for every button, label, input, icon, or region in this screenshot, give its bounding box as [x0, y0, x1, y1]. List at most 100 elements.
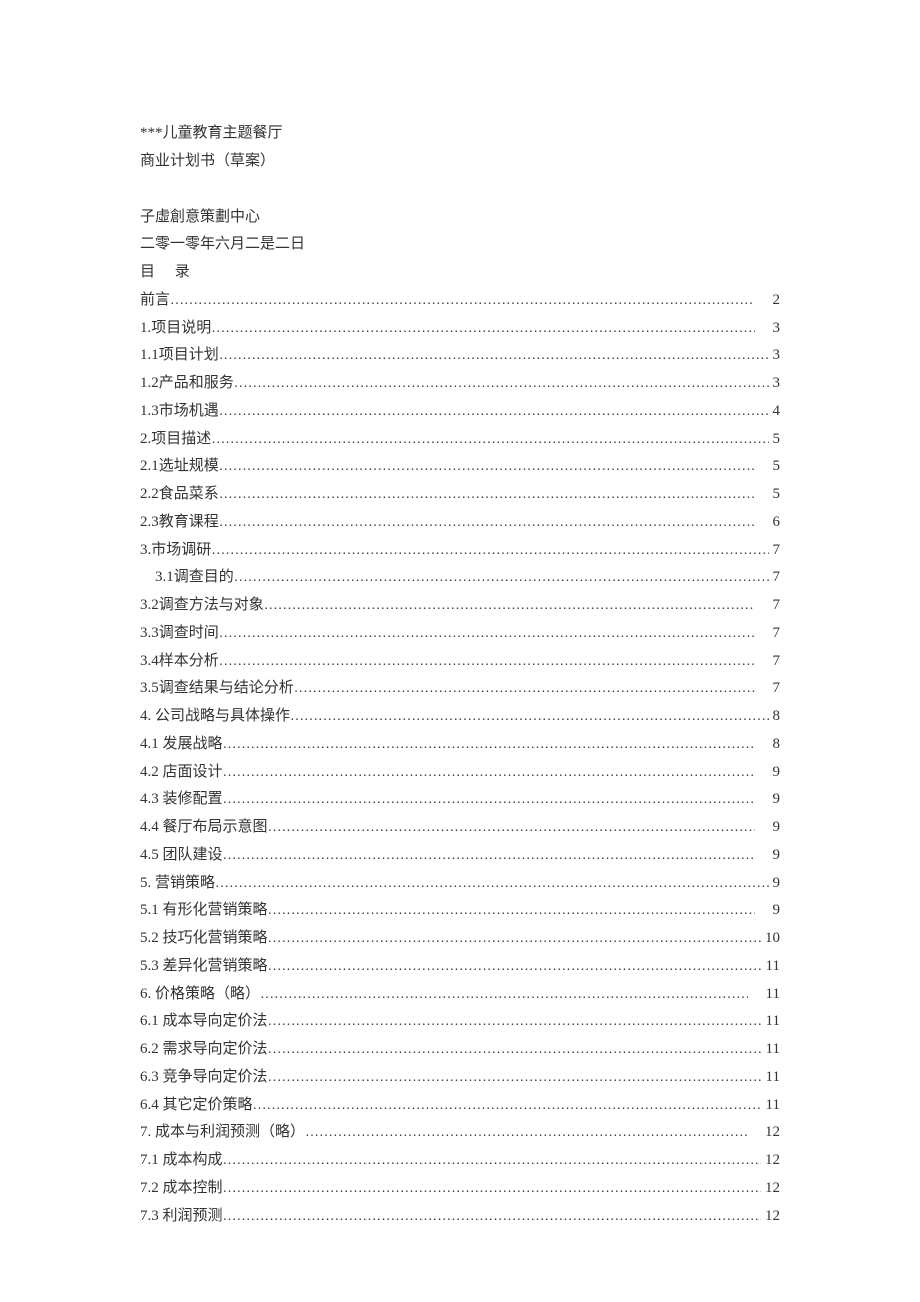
toc-leader-dots — [223, 732, 755, 758]
toc-entry-label: 6.3 竞争导向定价法 — [140, 1064, 268, 1092]
toc-entry-page: 11 — [762, 1036, 780, 1064]
toc-leader-dots — [211, 538, 768, 564]
toc-entry: 前言2 — [140, 287, 780, 315]
toc-entry-label: 4.4 餐厅布局示意图 — [140, 814, 268, 842]
toc-entry-label: 7.2 成本控制 — [140, 1175, 223, 1203]
toc-leader-dots — [211, 316, 754, 342]
toc-entry-page: 12 — [761, 1203, 780, 1231]
toc-entry-label: 2.1选址规模 — [140, 453, 219, 481]
toc-leader-dots — [305, 1120, 747, 1146]
toc-entry: 7.1 成本构成 12 — [140, 1147, 780, 1175]
toc-entry-label: 4.3 装修配置 — [140, 786, 223, 814]
toc-entry-label: 1.2产品和服务 — [140, 370, 234, 398]
toc-leader-dots — [268, 815, 755, 841]
toc-leader-dots — [219, 454, 755, 480]
toc-entry-page: 12 — [761, 1175, 780, 1203]
toc-entry: 3.3调查时间 7 — [140, 620, 780, 648]
toc-entry-page: 5 — [769, 426, 781, 454]
toc-entry-page: 11 — [762, 953, 780, 981]
toc-leader-dots — [223, 787, 755, 813]
toc-entry-label: 3.3调查时间 — [140, 620, 219, 648]
toc-leader-dots — [223, 843, 755, 869]
toc-entry-label: 5.3 差异化营销策略 — [140, 953, 268, 981]
toc-entry: 1.1项目计划3 — [140, 342, 780, 370]
toc-leader-dots — [253, 1093, 762, 1119]
toc-leader-dots — [215, 871, 768, 897]
toc-leader-dots — [223, 1204, 761, 1230]
toc-entry-label: 7.1 成本构成 — [140, 1147, 223, 1175]
toc-entry-page: 4 — [769, 398, 781, 426]
toc-entry-page: 11 — [762, 1092, 780, 1120]
toc-entry: 6.1 成本导向定价法 11 — [140, 1008, 780, 1036]
toc-entry-label: 6.1 成本导向定价法 — [140, 1008, 268, 1036]
toc-entry: 5. 营销策略9 — [140, 870, 780, 898]
toc-leader-dots — [268, 1037, 762, 1063]
toc-entry: 5.2 技巧化营销策略10 — [140, 925, 780, 953]
toc-leader-dots — [219, 649, 755, 675]
toc-entry-page: 12 — [761, 1147, 780, 1175]
toc-entry-page: 3 — [755, 315, 781, 343]
toc-entry: 6.3 竞争导向定价法 11 — [140, 1064, 780, 1092]
toc-entry: 6.4 其它定价策略11 — [140, 1092, 780, 1120]
toc-entry-label: 1.项目说明 — [140, 315, 211, 343]
toc-entry-label: 3.4样本分析 — [140, 648, 219, 676]
toc-leader-dots — [219, 482, 755, 508]
doc-date: 二零一零年六月二是二日 — [140, 231, 780, 259]
toc-entry-label: 7.3 利润预测 — [140, 1203, 223, 1231]
toc-entry: 4.2 店面设计9 — [140, 759, 780, 787]
doc-title-2: 商业计划书（草案） — [140, 148, 780, 176]
toc-leader-dots — [219, 343, 769, 369]
toc-leader-dots — [268, 1009, 762, 1035]
toc-entry: 2.项目描述 5 — [140, 426, 780, 454]
toc-leader-dots — [294, 676, 755, 702]
toc-entry: 4. 公司战略与具体操作 8 — [140, 703, 780, 731]
toc-entry: 2.3教育课程 6 — [140, 509, 780, 537]
toc-entry: 4.1 发展战略8 — [140, 731, 780, 759]
toc-entry: 6. 价格策略（略）11 — [140, 981, 780, 1009]
toc-entry: 1.2产品和服务 3 — [140, 370, 780, 398]
toc-entry-label: 3.市场调研 — [140, 537, 211, 565]
toc-leader-dots — [219, 510, 755, 536]
toc-entry-page: 7 — [769, 537, 781, 565]
toc-heading: 目 录 — [140, 259, 780, 287]
toc-entry: 1.项目说明 3 — [140, 315, 780, 343]
toc-entry-page: 11 — [762, 1008, 780, 1036]
toc-entry-page: 6 — [755, 509, 781, 537]
toc-entry-page: 3 — [769, 370, 781, 398]
toc-entry-page: 9 — [769, 870, 781, 898]
toc-entry-label: 3.2调查方法与对象 — [140, 592, 264, 620]
toc-entry-label: 3.5调查结果与结论分析 — [140, 675, 294, 703]
toc-entry-label: 5.1 有形化营销策略 — [140, 897, 268, 925]
toc-leader-dots — [170, 288, 754, 314]
toc-entry-label: 2.项目描述 — [140, 426, 211, 454]
toc-leader-dots — [268, 926, 761, 952]
toc-entry: 5.1 有形化营销策略 9 — [140, 897, 780, 925]
toc-leader-dots — [234, 565, 769, 591]
toc-entry-page: 11 — [762, 1064, 780, 1092]
toc-entry: 5.3 差异化营销策略 11 — [140, 953, 780, 981]
toc-entry: 4.5 团队建设9 — [140, 842, 780, 870]
toc-entry-page: 7 — [755, 648, 781, 676]
toc-entry-label: 6. 价格策略（略） — [140, 981, 260, 1009]
toc-entry-page: 8 — [769, 703, 781, 731]
toc-entry-label: 4.1 发展战略 — [140, 731, 223, 759]
toc-entry: 7. 成本与利润预测（略）12 — [140, 1119, 780, 1147]
toc-entry: 3.5调查结果与结论分析 7 — [140, 675, 780, 703]
blank-spacer — [140, 176, 780, 204]
toc-entry-page: 7 — [755, 675, 781, 703]
toc-entry: 4.3 装修配置 9 — [140, 786, 780, 814]
toc-entry-page: 9 — [755, 814, 781, 842]
toc-entry-label: 7. 成本与利润预测（略） — [140, 1119, 305, 1147]
toc-entry-label: 2.3教育课程 — [140, 509, 219, 537]
toc-leader-dots — [268, 954, 762, 980]
toc-entry: 7.2 成本控制 12 — [140, 1175, 780, 1203]
toc-leader-dots — [268, 1065, 762, 1091]
toc-entry-label: 1.1项目计划 — [140, 342, 219, 370]
toc-entry-label: 前言 — [140, 287, 170, 315]
toc-entry: 2.1选址规模 5 — [140, 453, 780, 481]
toc-entry-page: 9 — [755, 897, 781, 925]
toc-entry-label: 4. 公司战略与具体操作 — [140, 703, 290, 731]
toc-entry-page: 9 — [755, 786, 781, 814]
toc-entry-page: 5 — [755, 453, 781, 481]
toc-leader-dots — [260, 982, 748, 1008]
